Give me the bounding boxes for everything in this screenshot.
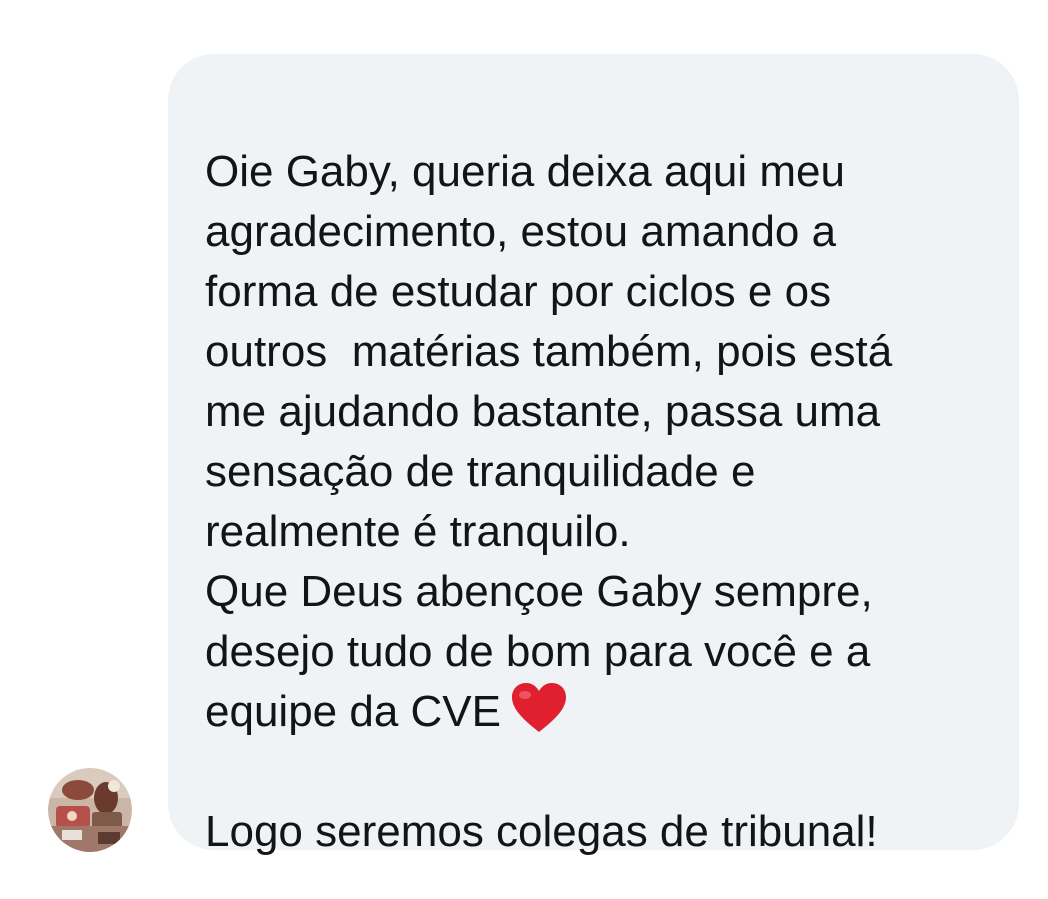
message-line: Oie Gaby, queria deixa aqui meu — [205, 147, 845, 196]
avatar-photo — [48, 768, 132, 852]
dm-conversation: Oie Gaby, queria deixa aqui meu agradeci… — [0, 0, 1048, 899]
message-line: me ajudando bastante, passa uma — [205, 387, 881, 436]
heart-emoji-icon — [511, 682, 567, 734]
message-line: forma de estudar por ciclos e os — [205, 267, 832, 316]
message-line: Logo seremos colegas de tribunal! — [205, 807, 878, 856]
message-line-text: equipe da CVE — [205, 687, 501, 736]
message-line: Que Deus abençoe Gaby sempre, — [205, 567, 873, 616]
message-line: desejo tudo de bom para você e a — [205, 627, 871, 676]
message-line: realmente é tranquilo. — [205, 507, 631, 556]
avatar[interactable] — [48, 768, 132, 852]
message-line: equipe da CVE — [205, 682, 989, 742]
message-line: agradecimento, estou amando a — [205, 207, 837, 256]
message-line: sensação de tranquilidade e — [205, 447, 756, 496]
message-bubble[interactable]: Oie Gaby, queria deixa aqui meu agradeci… — [168, 54, 1019, 856]
message-line: outros matérias também, pois está — [205, 327, 893, 376]
